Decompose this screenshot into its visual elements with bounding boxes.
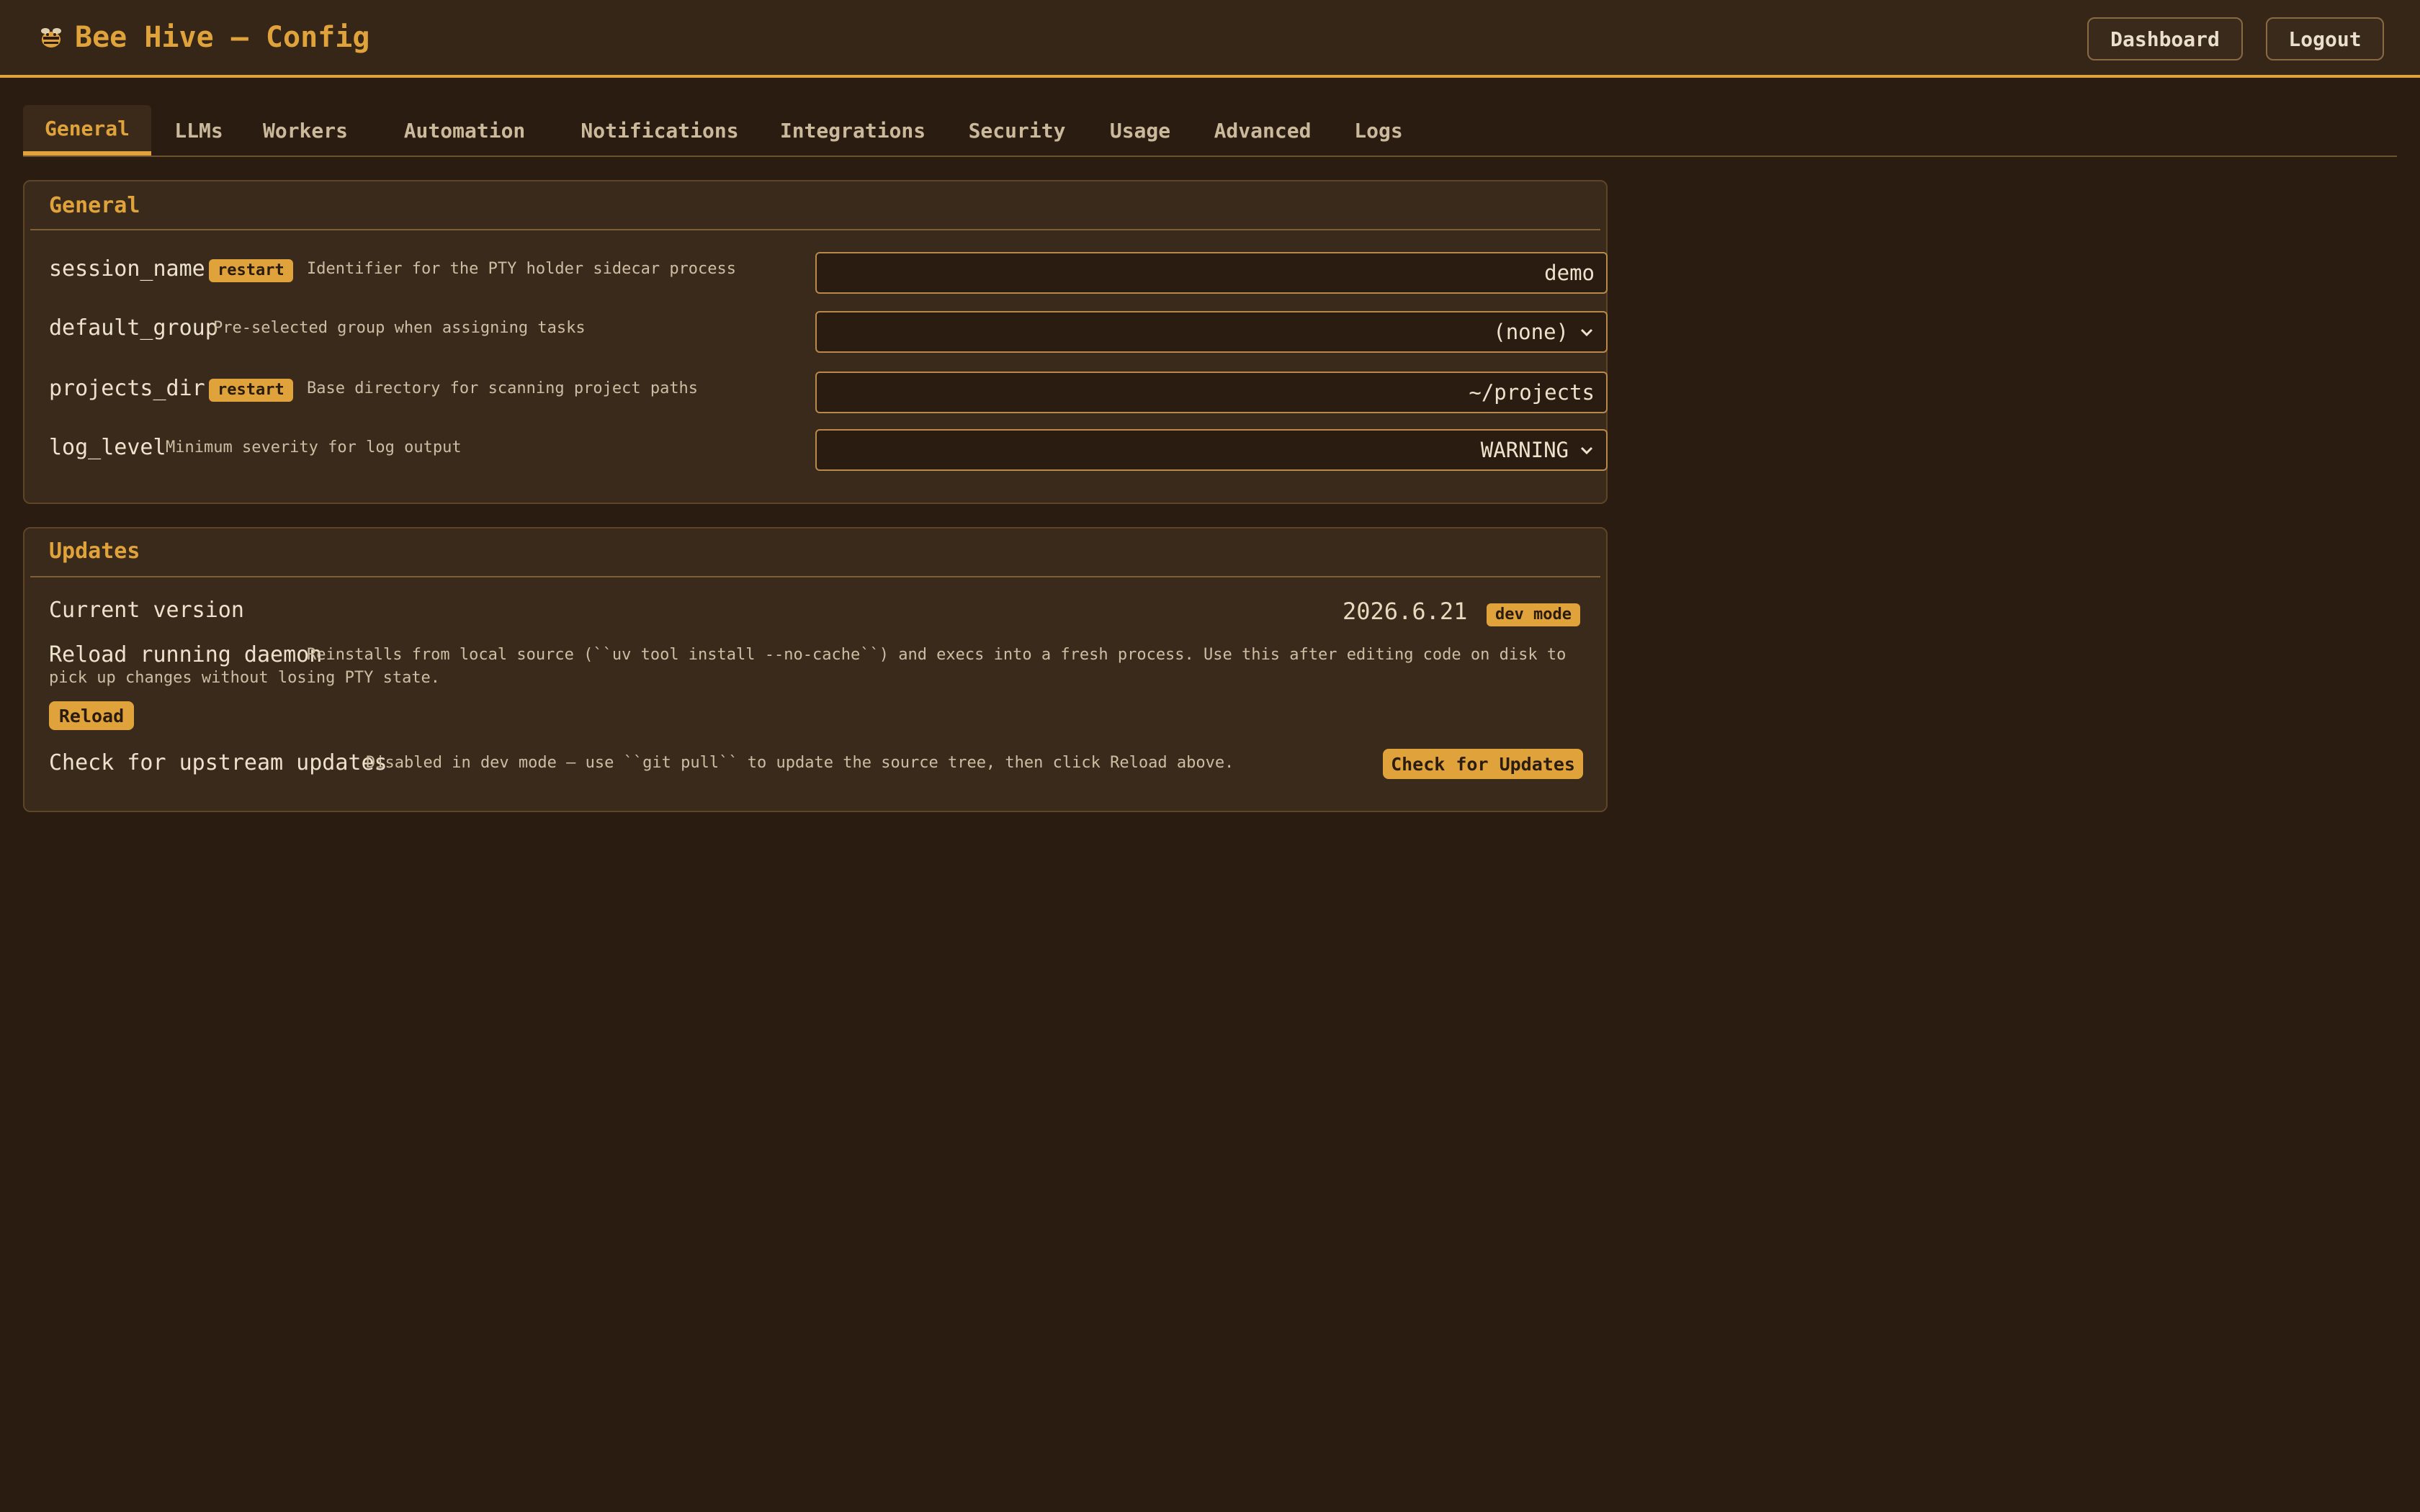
input-value: demo xyxy=(1544,261,1595,285)
select-value: WARNING xyxy=(1480,438,1569,462)
dashboard-button[interactable]: Dashboard xyxy=(2087,17,2243,60)
check-updates-label: Check for upstream updates xyxy=(49,750,387,775)
projects-dir-input[interactable]: ~/projects xyxy=(815,372,1608,413)
setting-key: default_group xyxy=(49,315,218,341)
tab-logs[interactable]: Logs xyxy=(1332,105,1425,156)
general-panel: General session_name restart Identifier … xyxy=(23,180,1608,504)
bee-icon xyxy=(41,28,61,48)
dev-mode-badge: dev mode xyxy=(1487,603,1580,626)
tab-general[interactable]: General xyxy=(23,105,151,156)
chevron-down-icon xyxy=(1580,446,1593,455)
tab-advanced[interactable]: Advanced xyxy=(1193,105,1332,156)
app-title: Bee Hive — Config xyxy=(75,21,370,54)
tab-notifications[interactable]: Notifications xyxy=(560,105,759,156)
restart-badge: restart xyxy=(209,259,293,282)
updates-panel: Updates Current version 2026.6.21 dev mo… xyxy=(23,527,1608,812)
tab-llms[interactable]: LLMs xyxy=(164,105,233,156)
tab-security[interactable]: Security xyxy=(946,105,1088,156)
setting-description: Identifier for the PTY holder sidecar pr… xyxy=(307,260,737,278)
restart-badge: restart xyxy=(209,379,293,402)
default-group-select[interactable]: (none) xyxy=(815,311,1608,353)
reload-button[interactable]: Reload xyxy=(49,701,134,730)
tab-integrations[interactable]: Integrations xyxy=(759,105,946,156)
config-tabs: General LLMs Workers Automation Notifica… xyxy=(23,105,2397,157)
check-updates-description: Disabled in dev mode — use ``git pull`` … xyxy=(366,754,1234,772)
logout-button[interactable]: Logout xyxy=(2266,17,2384,60)
log-level-select[interactable]: WARNING xyxy=(815,429,1608,471)
select-value: (none) xyxy=(1493,320,1569,344)
input-value: ~/projects xyxy=(1469,380,1595,405)
setting-key: session_name xyxy=(49,256,205,282)
divider xyxy=(30,229,1600,230)
panel-title: General xyxy=(49,193,140,218)
setting-description: Base directory for scanning project path… xyxy=(307,379,699,397)
panel-title: Updates xyxy=(49,539,140,564)
app-header: Bee Hive — Config Dashboard Logout xyxy=(0,0,2420,78)
setting-description: Pre-selected group when assigning tasks xyxy=(213,319,586,337)
reload-description: Reinstalls from local source (``uv tool … xyxy=(49,646,1567,687)
current-version-value: 2026.6.21 xyxy=(1343,598,1468,625)
setting-key: projects_dir xyxy=(49,376,205,401)
tab-workers[interactable]: Workers xyxy=(255,105,356,156)
check-for-updates-button[interactable]: Check for Updates xyxy=(1383,749,1583,779)
setting-description: Minimum severity for log output xyxy=(166,438,462,456)
tab-automation[interactable]: Automation xyxy=(390,105,539,156)
divider xyxy=(30,576,1600,577)
setting-key: log_level xyxy=(49,435,166,460)
session-name-input[interactable]: demo xyxy=(815,252,1608,294)
chevron-down-icon xyxy=(1580,328,1593,337)
tab-usage[interactable]: Usage xyxy=(1088,105,1193,156)
current-version-label: Current version xyxy=(49,598,244,623)
